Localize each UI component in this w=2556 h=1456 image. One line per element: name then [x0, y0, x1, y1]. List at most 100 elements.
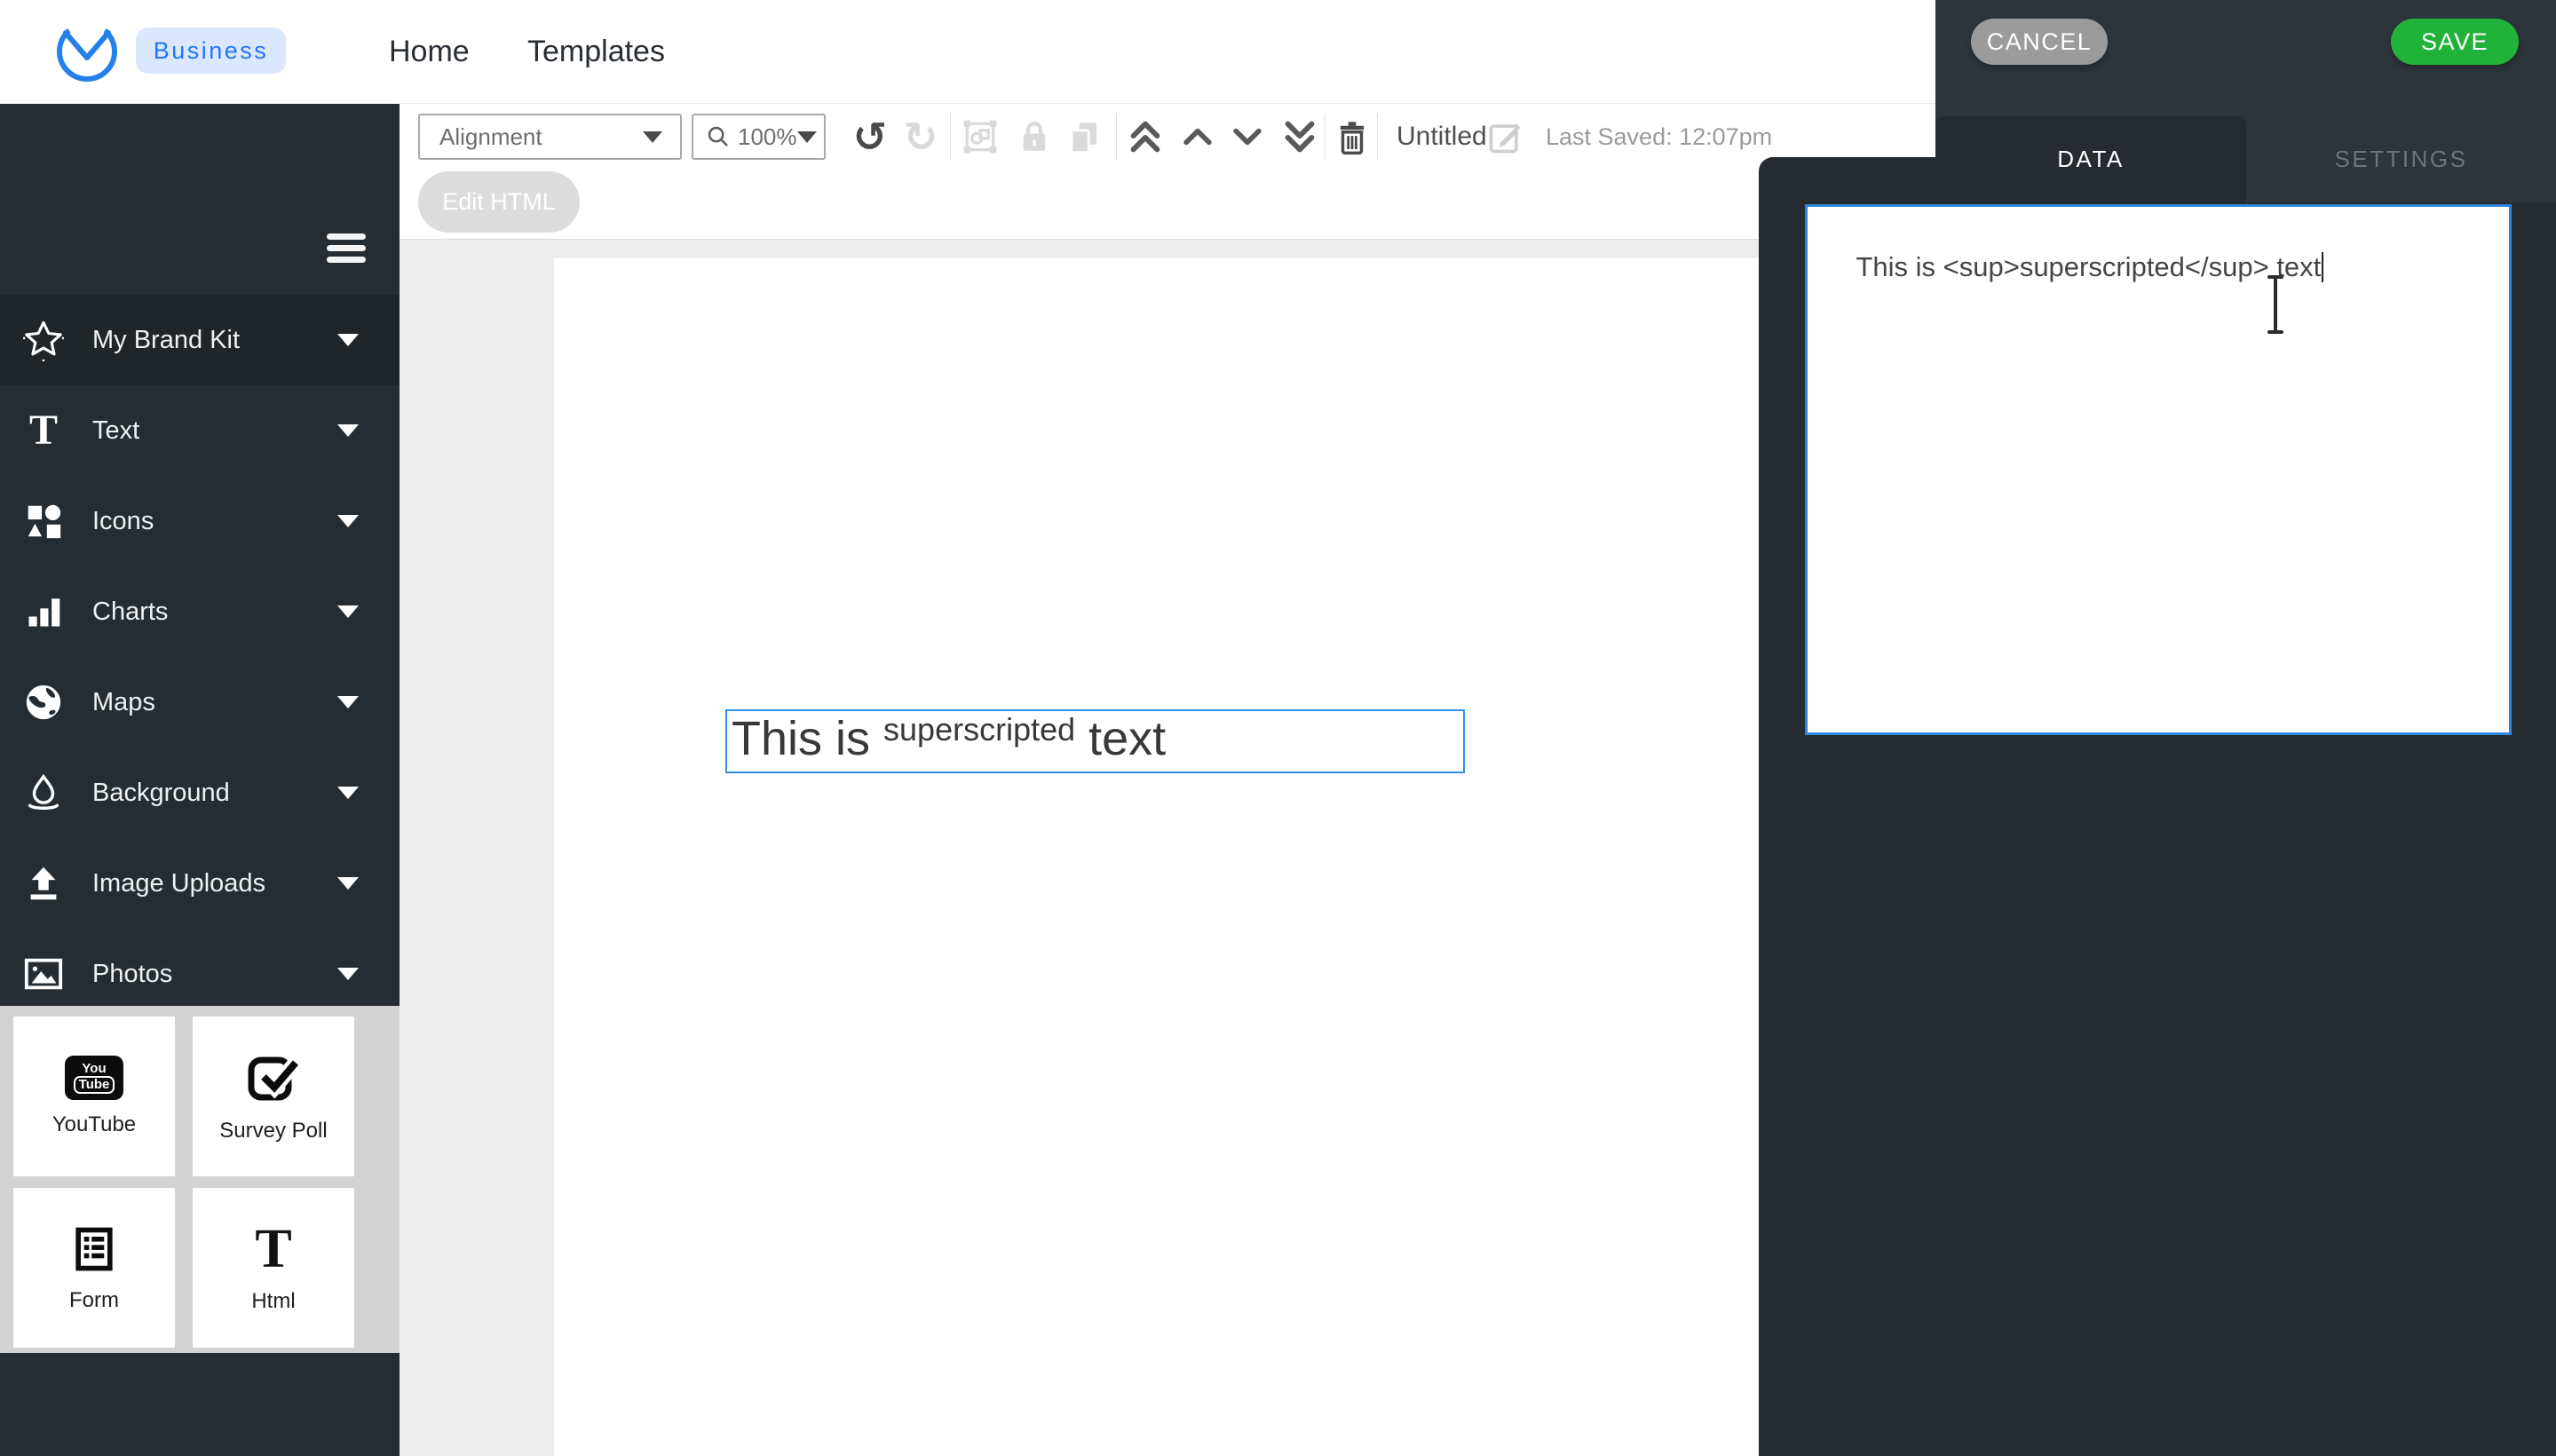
visme-logo-icon[interactable] [55, 20, 119, 83]
panel-header: CANCEL SAVE [1935, 0, 2556, 116]
alignment-dropdown[interactable]: Alignment [418, 114, 682, 160]
youtube-icon: You Tube [65, 1056, 123, 1100]
toolbar-divider [1116, 114, 1117, 160]
chevron-down-icon [337, 696, 359, 708]
cancel-button[interactable]: CANCEL [1971, 19, 2108, 65]
canvas-page[interactable] [554, 258, 1759, 1456]
last-saved-status: Last Saved: 12:07pm [1546, 114, 1772, 160]
bring-to-front-button[interactable] [1122, 114, 1168, 160]
star-icon [21, 318, 66, 362]
upload-icon [21, 861, 66, 906]
tab-data[interactable]: DATA [1935, 116, 2246, 202]
sidebar-item-image-uploads[interactable]: Image Uploads [0, 838, 400, 929]
send-backward-button[interactable] [1224, 114, 1270, 160]
html-data-input-value: This is <sup>superscripted</sup> text [1856, 251, 2321, 282]
serif-t-icon: T [21, 408, 66, 453]
chevron-down-icon [337, 424, 359, 437]
shapes-icon [21, 499, 66, 543]
bring-forward-button[interactable] [1175, 114, 1221, 160]
chevron-down-icon [337, 787, 359, 799]
document-title[interactable]: Untitled [1397, 114, 1487, 160]
chevron-down-icon [797, 131, 817, 143]
droplet-icon [21, 771, 66, 815]
chevron-down-icon [337, 968, 359, 980]
sidebar-menu: My Brand Kit T Text [0, 295, 400, 1110]
zoom-dropdown[interactable]: 100% [692, 114, 826, 160]
business-plan-badge: Business [136, 28, 286, 74]
toolbar: Alignment 100% ↺ ↻ [400, 104, 1935, 240]
hamburger-menu-icon[interactable] [327, 233, 366, 263]
sidebar-item-charts[interactable]: Charts [0, 566, 400, 657]
html-data-input[interactable]: This is <sup>superscripted</sup> text [1805, 204, 2512, 735]
tile-html[interactable]: T Html [193, 1188, 354, 1348]
sidebar-item-icons[interactable]: Icons [0, 476, 400, 566]
canvas-text-element[interactable]: This is superscripted text [725, 709, 1465, 773]
nav-home[interactable]: Home [389, 0, 470, 104]
send-to-back-icon [1279, 116, 1320, 157]
form-list-icon [67, 1223, 121, 1276]
undo-icon: ↺ [853, 116, 888, 157]
lock-icon [1016, 118, 1053, 155]
sidebar-item-label: Text [92, 416, 139, 446]
serif-t-icon: T [255, 1222, 291, 1277]
undo-button[interactable]: ↺ [847, 114, 893, 160]
chevron-down-icon [643, 131, 662, 143]
chevron-down-icon [337, 605, 359, 618]
duplicate-icon [1065, 118, 1103, 155]
sidebar-item-text[interactable]: T Text [0, 385, 400, 476]
send-backward-icon [1228, 117, 1267, 156]
edit-html-button[interactable]: Edit HTML [418, 171, 580, 233]
group-frame-icon [961, 117, 1000, 156]
sidebar-item-label: My Brand Kit [92, 326, 240, 355]
bar-chart-icon [21, 590, 66, 634]
redo-icon: ↻ [904, 116, 938, 157]
trash-icon [1333, 118, 1371, 155]
sidebar-item-background[interactable]: Background [0, 748, 400, 838]
tile-form[interactable]: Form [13, 1188, 175, 1348]
survey-check-icon [245, 1049, 302, 1106]
tile-label: Form [69, 1288, 119, 1313]
canvas-text-prefix: This is [732, 711, 883, 766]
chevron-down-icon [337, 334, 359, 346]
tile-survey-poll[interactable]: Survey Poll [193, 1017, 354, 1176]
chevron-down-icon [337, 515, 359, 527]
app-window: Business Home Templates My Brand Kit [0, 0, 2556, 1456]
canvas-text-superscript: superscripted [883, 711, 1075, 748]
sidebar-footer [0, 1353, 400, 1456]
zoom-level-value: 100% [738, 123, 797, 151]
sidebar-item-my-brand-kit[interactable]: My Brand Kit [0, 295, 400, 385]
bring-to-front-icon [1125, 116, 1166, 157]
duplicate-button[interactable] [1061, 114, 1107, 160]
magnifier-icon [706, 124, 731, 149]
nav-templates[interactable]: Templates [527, 0, 665, 104]
chevron-down-icon [337, 877, 359, 890]
sidebar-item-label: Image Uploads [92, 869, 265, 898]
sidebar-item-maps[interactable]: Maps [0, 657, 400, 748]
tile-label: Html [251, 1289, 295, 1314]
canvas-text-suffix: text [1075, 711, 1166, 766]
rename-title-button[interactable] [1482, 114, 1528, 160]
tab-settings[interactable]: SETTINGS [2246, 116, 2556, 202]
text-caret [2322, 252, 2323, 282]
sidebar-item-label: Charts [92, 597, 168, 627]
globe-icon [21, 680, 66, 724]
tile-label: Survey Poll [219, 1119, 327, 1143]
bring-forward-icon [1178, 117, 1217, 156]
send-to-back-button[interactable] [1277, 114, 1323, 160]
panel-tabs: DATA SETTINGS [1935, 116, 2556, 202]
sidebar-item-label: Photos [92, 960, 172, 989]
edit-pencil-icon [1485, 117, 1524, 156]
group-frame-button[interactable] [957, 114, 1003, 160]
sidebar-item-label: Icons [92, 507, 154, 536]
redo-button[interactable]: ↻ [898, 114, 944, 160]
sidebar-item-label: Background [92, 779, 230, 808]
sidebar-item-label: Maps [92, 688, 155, 717]
lock-button[interactable] [1011, 114, 1057, 160]
tile-label: YouTube [52, 1112, 136, 1137]
delete-button[interactable] [1329, 114, 1375, 160]
save-button[interactable]: SAVE [2391, 19, 2519, 65]
toolbar-divider [1377, 114, 1378, 160]
alignment-dropdown-label: Alignment [439, 123, 542, 151]
tile-youtube[interactable]: You Tube YouTube [13, 1017, 175, 1176]
photo-icon [21, 952, 66, 996]
